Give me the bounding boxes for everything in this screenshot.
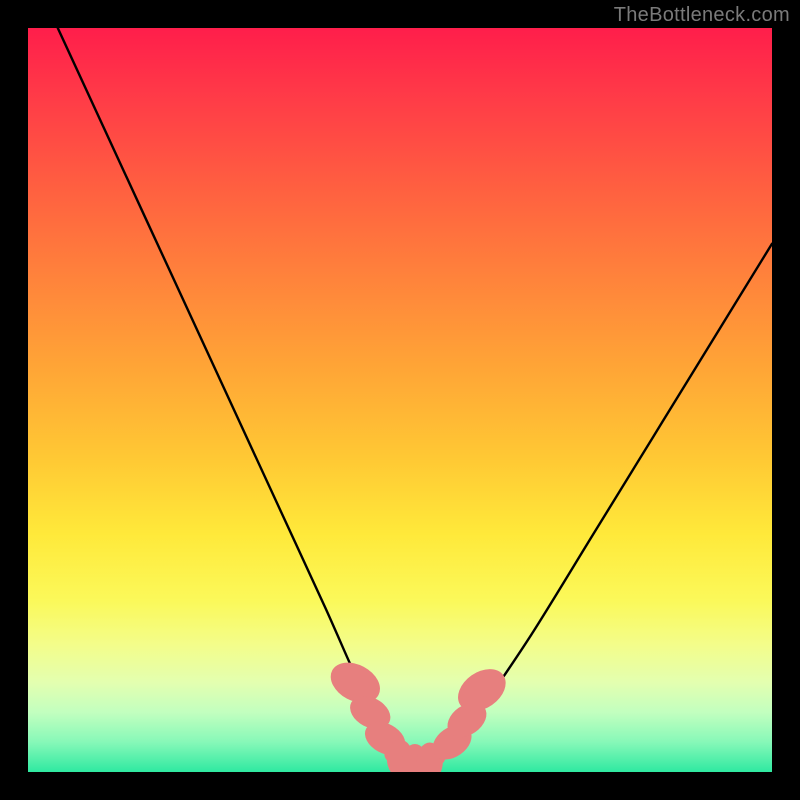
chart-svg [28,28,772,772]
chart-frame: TheBottleneck.com [0,0,800,800]
curve-layer [58,28,772,765]
chart-plot-area [28,28,772,772]
watermark-text: TheBottleneck.com [614,4,790,27]
bottleneck-curve [58,28,772,765]
curve-markers [324,655,514,772]
